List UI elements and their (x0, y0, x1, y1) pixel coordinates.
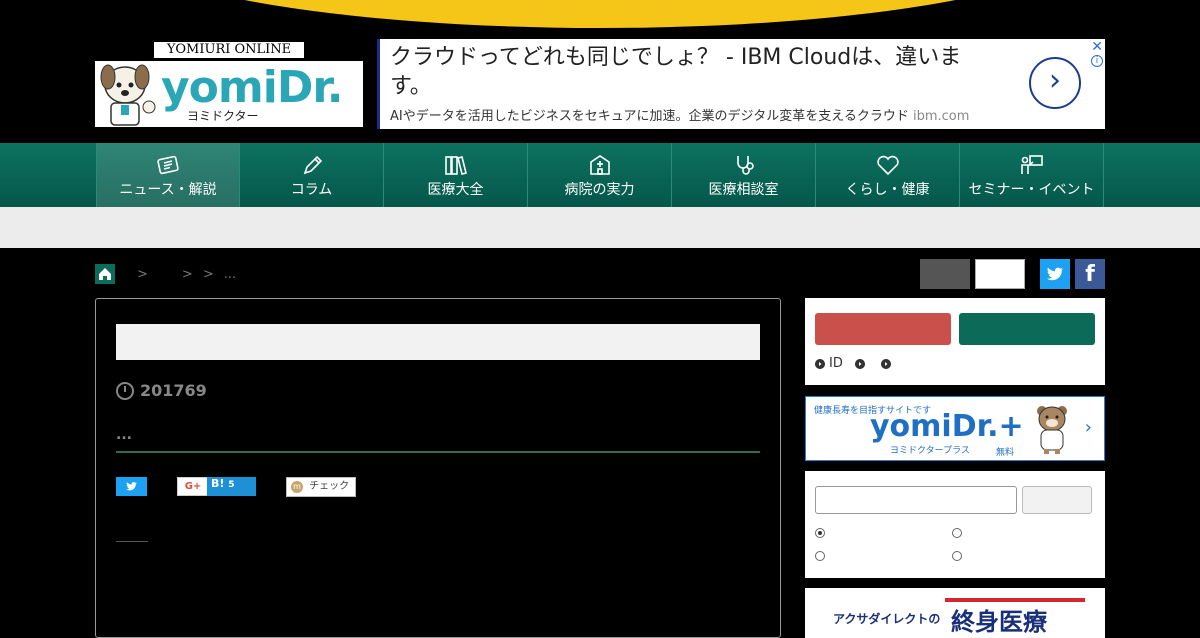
arrow-circle-icon (815, 358, 825, 369)
share-googleplus-button[interactable]: G+ (177, 477, 209, 496)
site-header: YOMIURI ONLINE yomiDr. ヨミドクター クラウドってどれも同… (95, 39, 1105, 129)
hospital-icon (589, 155, 610, 175)
short-divider (116, 541, 148, 542)
font-size-small-button[interactable] (920, 259, 970, 289)
nav-label: 医療相談室 (708, 182, 779, 198)
top-yellow-banner (114, 0, 1086, 28)
header-ad[interactable]: クラウドってどれも同じでしょ？ - IBM Cloudは、違います。 AIやデー… (377, 39, 1105, 129)
share-hatena-button[interactable]: B! 5 (207, 477, 256, 496)
ad-domain: ibm.com (912, 109, 970, 124)
nav-label: ニュース・解説 (119, 182, 217, 198)
article-title (116, 324, 760, 360)
hatena-count: 5 (228, 480, 235, 490)
twitter-icon[interactable] (1040, 259, 1070, 289)
ad2-brand: アクサダイレクトの (833, 612, 941, 626)
seminar-icon (1020, 155, 1043, 174)
logo-online-label: YOMIURI ONLINE (153, 41, 305, 59)
logo-box: yomiDr. ヨミドクター (95, 61, 363, 127)
ad-close-icon[interactable]: ✕ (1091, 39, 1103, 55)
stethoscope-icon (736, 156, 754, 175)
article-date: 201769 (140, 381, 207, 400)
search-radio-3[interactable] (815, 551, 825, 561)
ad-description-text: AIやデータを活用したビジネスをセキュアに加速。企業のデジタル変革を支えるクラウ… (390, 109, 909, 124)
nav-label: セミナー・イベント (968, 182, 1095, 198)
site-logo[interactable]: YOMIURI ONLINE yomiDr. ヨミドクター (95, 41, 363, 127)
nav-item-column[interactable]: コラム (240, 143, 384, 207)
nav-label: くらし・健康 (845, 182, 930, 198)
arrow-circle-icon (854, 358, 865, 369)
login-link-id[interactable]: ID (815, 356, 843, 371)
banner-subtext: ヨミドクタープラス (890, 446, 970, 456)
banner-free-label: 無料 (996, 448, 1015, 458)
search-button[interactable] (1022, 486, 1092, 514)
home-icon[interactable] (95, 264, 115, 284)
nav-item-life-health[interactable]: くらし・健康 (816, 143, 960, 207)
logo-subtext: ヨミドクター (187, 109, 259, 123)
hatena-label: B! (211, 477, 225, 490)
ad-info-icon[interactable]: i (1091, 55, 1103, 67)
ad2-product: 終身医療 (945, 598, 1085, 638)
nav-item-seminar[interactable]: セミナー・イベント (960, 143, 1104, 207)
breadcrumb-separator: > (137, 266, 148, 282)
nav-item-consultation[interactable]: 医療相談室 (672, 143, 816, 207)
search-radio-2[interactable] (952, 528, 962, 538)
pen-icon (303, 155, 322, 175)
ad-description: AIやデータを活用したビジネスをセキュアに加速。企業のデジタル変革を支えるクラウ… (390, 105, 969, 124)
books-icon (444, 156, 467, 175)
breadcrumb-separator: > (202, 266, 214, 282)
ad-open-button[interactable]: › (1029, 57, 1081, 109)
banner-logo: yomiDr.+ (870, 409, 1024, 444)
nav-label: 医療大全 (427, 182, 484, 198)
share-twitter-icon[interactable] (116, 477, 147, 496)
article-card: 201769 ... G+ B! 5 m チェック (95, 298, 781, 638)
nav-item-news[interactable]: ニュース・解説 (96, 143, 240, 207)
search-panel (805, 471, 1105, 578)
divider (116, 451, 760, 453)
search-radio-1[interactable] (815, 528, 825, 538)
breadcrumb-separator: > (181, 266, 193, 282)
banner-chevron-right-icon: › (1084, 417, 1092, 438)
nav-item-hospital[interactable]: 病院の実力 (528, 143, 672, 207)
nav-items: ニュース・解説 コラム 医療大全 病院の実力 医療相談室 くらし・健康 セミナー… (96, 143, 1105, 207)
nav-label: コラム (290, 182, 333, 198)
article-subtitle: ... (116, 427, 132, 443)
login-panel: ID (805, 298, 1105, 385)
bear-mascot-icon (1037, 406, 1067, 454)
ad-title[interactable]: クラウドってどれも同じでしょ？ - IBM Cloudは、違います。 (390, 43, 990, 101)
login-links: ID (815, 356, 907, 371)
share-mixi-button[interactable]: m チェック (286, 477, 356, 497)
breadcrumb: > > > ... (95, 264, 236, 284)
sidebar-ad-axa[interactable]: アクサダイレクトの 終身医療 (805, 588, 1105, 638)
clock-icon (116, 381, 134, 400)
login-link-label: ID (829, 356, 843, 371)
yomidr-plus-banner[interactable]: 健康長寿を目指すサイトです yomiDr.+ ヨミドクタープラス 無料 › (805, 396, 1105, 461)
mascot-dog-icon (100, 64, 156, 126)
search-radio-4[interactable] (952, 551, 962, 561)
logo-text: yomiDr. (161, 62, 344, 113)
login-link-2[interactable] (854, 356, 869, 371)
nav-label: 病院の実力 (564, 182, 635, 198)
heart-icon (876, 155, 899, 176)
newspaper-icon (157, 155, 179, 175)
main-nav: ニュース・解説 コラム 医療大全 病院の実力 医療相談室 くらし・健康 セミナー… (0, 143, 1200, 207)
register-button[interactable] (815, 313, 951, 345)
sub-nav-bar (0, 207, 1200, 248)
breadcrumb-current: ... (223, 266, 237, 282)
mixi-label: チェック (309, 481, 350, 492)
arrow-circle-icon (880, 358, 891, 369)
mixi-icon: m (291, 481, 303, 493)
login-button[interactable] (959, 313, 1095, 345)
facebook-icon[interactable]: f (1075, 259, 1105, 289)
font-size-large-button[interactable] (975, 259, 1025, 289)
nav-item-encyclopedia[interactable]: 医療大全 (384, 143, 528, 207)
article-date-row: 201769 (116, 381, 207, 400)
login-link-3[interactable] (880, 356, 895, 371)
search-input[interactable] (815, 486, 1017, 514)
